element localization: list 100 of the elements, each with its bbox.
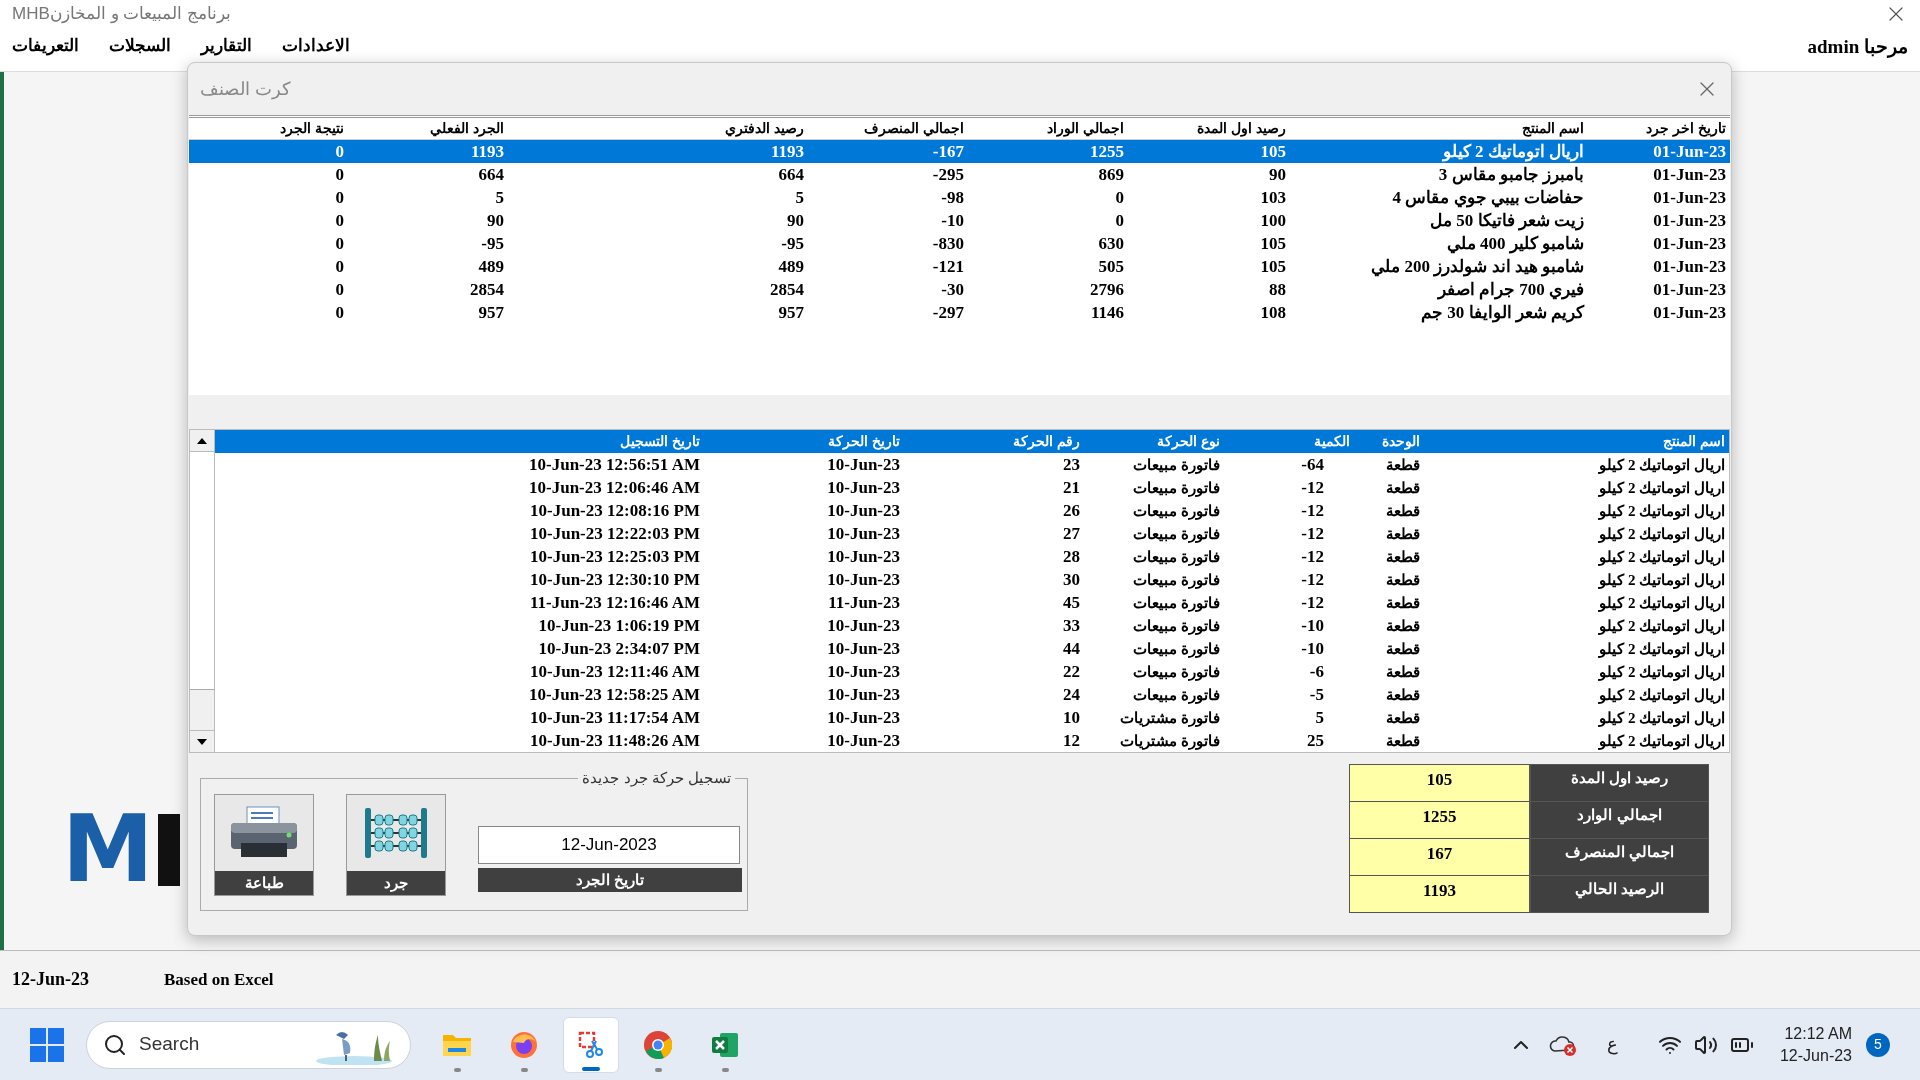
table-cell-text: فاتورة مبيعات <box>1132 501 1221 521</box>
table-cell-text: 630 <box>1097 233 1125 254</box>
table-cell-text: 10-Jun-23 <box>826 730 901 751</box>
table-cell-text: 0 <box>334 187 345 208</box>
dialog-title: كرت الصنف <box>200 77 291 102</box>
table-cell-text: 21 <box>1062 477 1081 498</box>
table-cell-text: فاتورة مبيعات <box>1132 455 1221 475</box>
menu-item[interactable]: التعريفات <box>12 33 79 59</box>
table-cell-text: بامبرز جامبو مقاس 3 <box>1437 164 1585 185</box>
table-cell-text: قطعة <box>1385 570 1421 590</box>
table-cell-text: قطعة <box>1385 685 1421 705</box>
table-cell-text: 0 <box>334 256 345 277</box>
table-cell-text: 10-Jun-23 2:34:07 PM <box>537 638 701 659</box>
table-cell-text: -12 <box>1300 500 1325 521</box>
table-cell-text: 10-Jun-23 <box>826 500 901 521</box>
table-cell-text: 105 <box>1259 256 1287 277</box>
table-cell-text: -5 <box>1308 684 1325 705</box>
table-cell-text: -121 <box>931 256 965 277</box>
table-cell-text: 2854 <box>469 279 505 300</box>
up-arrow-icon[interactable] <box>197 437 207 444</box>
table-cell-text: -12 <box>1300 477 1325 498</box>
table-cell-text: فاتورة مبيعات <box>1132 685 1221 705</box>
table-cell-text: قطعة <box>1385 547 1421 567</box>
table-cell-text: 1146 <box>1089 302 1125 323</box>
table-cell-text: 90 <box>1268 164 1287 185</box>
table-cell-text: قطعة <box>1385 455 1421 475</box>
table-cell-text: 10-Jun-23 11:17:54 AM <box>529 707 701 728</box>
column-header: رصيد الدفتري <box>724 119 805 139</box>
print-button[interactable]: طباعة <box>214 793 314 896</box>
table-cell-text: 10-Jun-23 <box>826 454 901 475</box>
status-date: 12-Jun-23 <box>12 968 89 991</box>
table-cell-text: 26 <box>1062 500 1081 521</box>
table-cell-text: اريال اتوماتيك 2 كيلو <box>1597 478 1726 498</box>
table-cell-text: 10-Jun-23 12:08:16 PM <box>529 500 701 521</box>
table-cell-text: 27 <box>1062 523 1081 544</box>
table-cell-text: حفاضات بيبي جوي مقاس 4 <box>1391 187 1585 208</box>
table-cell-text: -167 <box>931 141 965 162</box>
table-cell-text: 10-Jun-23 <box>826 707 901 728</box>
column-header: تاريخ التسجيل <box>619 432 701 452</box>
table-cell-text: 90 <box>486 210 505 231</box>
table-cell-text: -30 <box>940 279 965 300</box>
table-cell-text: 01-Jun-23 <box>1652 279 1727 300</box>
table-cell-text: 10-Jun-23 <box>826 569 901 590</box>
table-cell-text: فاتورة مبيعات <box>1132 524 1221 544</box>
table-cell-text: -12 <box>1300 569 1325 590</box>
chrome-icon <box>642 1028 674 1061</box>
table-cell-text: زيت شعر فاتيكا 50 مل <box>1429 210 1585 231</box>
summary-label: رصيد اول المدة <box>1531 765 1708 801</box>
table-cell-text: 11-Jun-23 12:16:46 AM <box>529 592 701 613</box>
language-indicator[interactable]: ع <box>1606 1031 1618 1058</box>
search-field[interactable]: Search <box>86 1020 411 1069</box>
down-arrow-icon[interactable] <box>197 738 207 745</box>
date-field[interactable]: 12-Jun-2023 <box>478 825 740 864</box>
menu-item[interactable]: الاعدادات <box>282 33 350 59</box>
taskbar-app[interactable] <box>563 1016 619 1073</box>
menu-item[interactable]: السجلات <box>109 33 171 59</box>
windows-start-icon[interactable] <box>30 1027 64 1062</box>
column-header: الكمية <box>1313 432 1351 451</box>
table-cell-text: 2796 <box>1089 279 1125 300</box>
table-cell-text: -12 <box>1300 592 1325 613</box>
table-cell-text: اريال اتوماتيك 2 كيلو <box>1597 501 1726 521</box>
table-cell-text: قطعة <box>1385 639 1421 659</box>
table-cell-text: 10-Jun-23 12:06:46 AM <box>528 477 701 498</box>
table-cell-text: 10-Jun-23 1:06:19 PM <box>537 615 701 636</box>
table-cell-text: 33 <box>1062 615 1081 636</box>
table-cell-text: 45 <box>1062 592 1081 613</box>
table-cell-text: 10-Jun-23 12:25:03 PM <box>529 546 701 567</box>
table-cell-text: فاتورة مشتريات <box>1119 731 1221 751</box>
notification-badge[interactable]: 5 <box>1866 1032 1890 1057</box>
table-cell-text: 10-Jun-23 12:22:03 PM <box>529 523 701 544</box>
table-cell-text: 10-Jun-23 <box>826 638 901 659</box>
table-cell-text: 0 <box>334 141 345 162</box>
table-cell-text: -10 <box>1300 638 1325 659</box>
table-cell-text: اريال اتوماتيك 2 كيلو <box>1597 685 1726 705</box>
count-button[interactable]: جرد <box>346 793 446 896</box>
clock[interactable]: 12:12 AM 12-Jun-23 <box>1779 1022 1852 1067</box>
welcome-text: مرحبا admin <box>1807 35 1908 60</box>
table-cell-text: قطعة <box>1385 708 1421 728</box>
table-cell-text: فاتورة مبيعات <box>1132 570 1221 590</box>
scissors-icon <box>576 1029 606 1060</box>
table-cell-text: 30 <box>1062 569 1081 590</box>
table-cell-text: 25 <box>1306 730 1325 751</box>
table-cell-text: 664 <box>777 164 805 185</box>
logo: M <box>62 800 154 900</box>
field-label: تاريخ الجرد <box>478 867 742 892</box>
table-cell-text: فاتورة مبيعات <box>1132 593 1221 613</box>
summary-value: 1255 <box>1350 802 1529 838</box>
table-cell-text: 01-Jun-23 <box>1652 141 1727 162</box>
table-cell-text: -295 <box>931 164 965 185</box>
table-cell-text: قطعة <box>1385 501 1421 521</box>
table-cell-text: 10 <box>1062 707 1081 728</box>
table-cell-text: 24 <box>1062 684 1081 705</box>
table-cell-text: 01-Jun-23 <box>1652 302 1727 323</box>
scrollbar[interactable] <box>190 430 215 752</box>
menu-item[interactable]: التقارير <box>201 33 252 59</box>
column-header: اجمالي المنصرف <box>863 119 965 139</box>
table-cell-text: 01-Jun-23 <box>1652 164 1727 185</box>
table-cell-text: 0 <box>1114 210 1125 231</box>
table-cell-text: -12 <box>1300 523 1325 544</box>
table-cell-text: اريال اتوماتيك 2 كيلو <box>1597 455 1726 475</box>
